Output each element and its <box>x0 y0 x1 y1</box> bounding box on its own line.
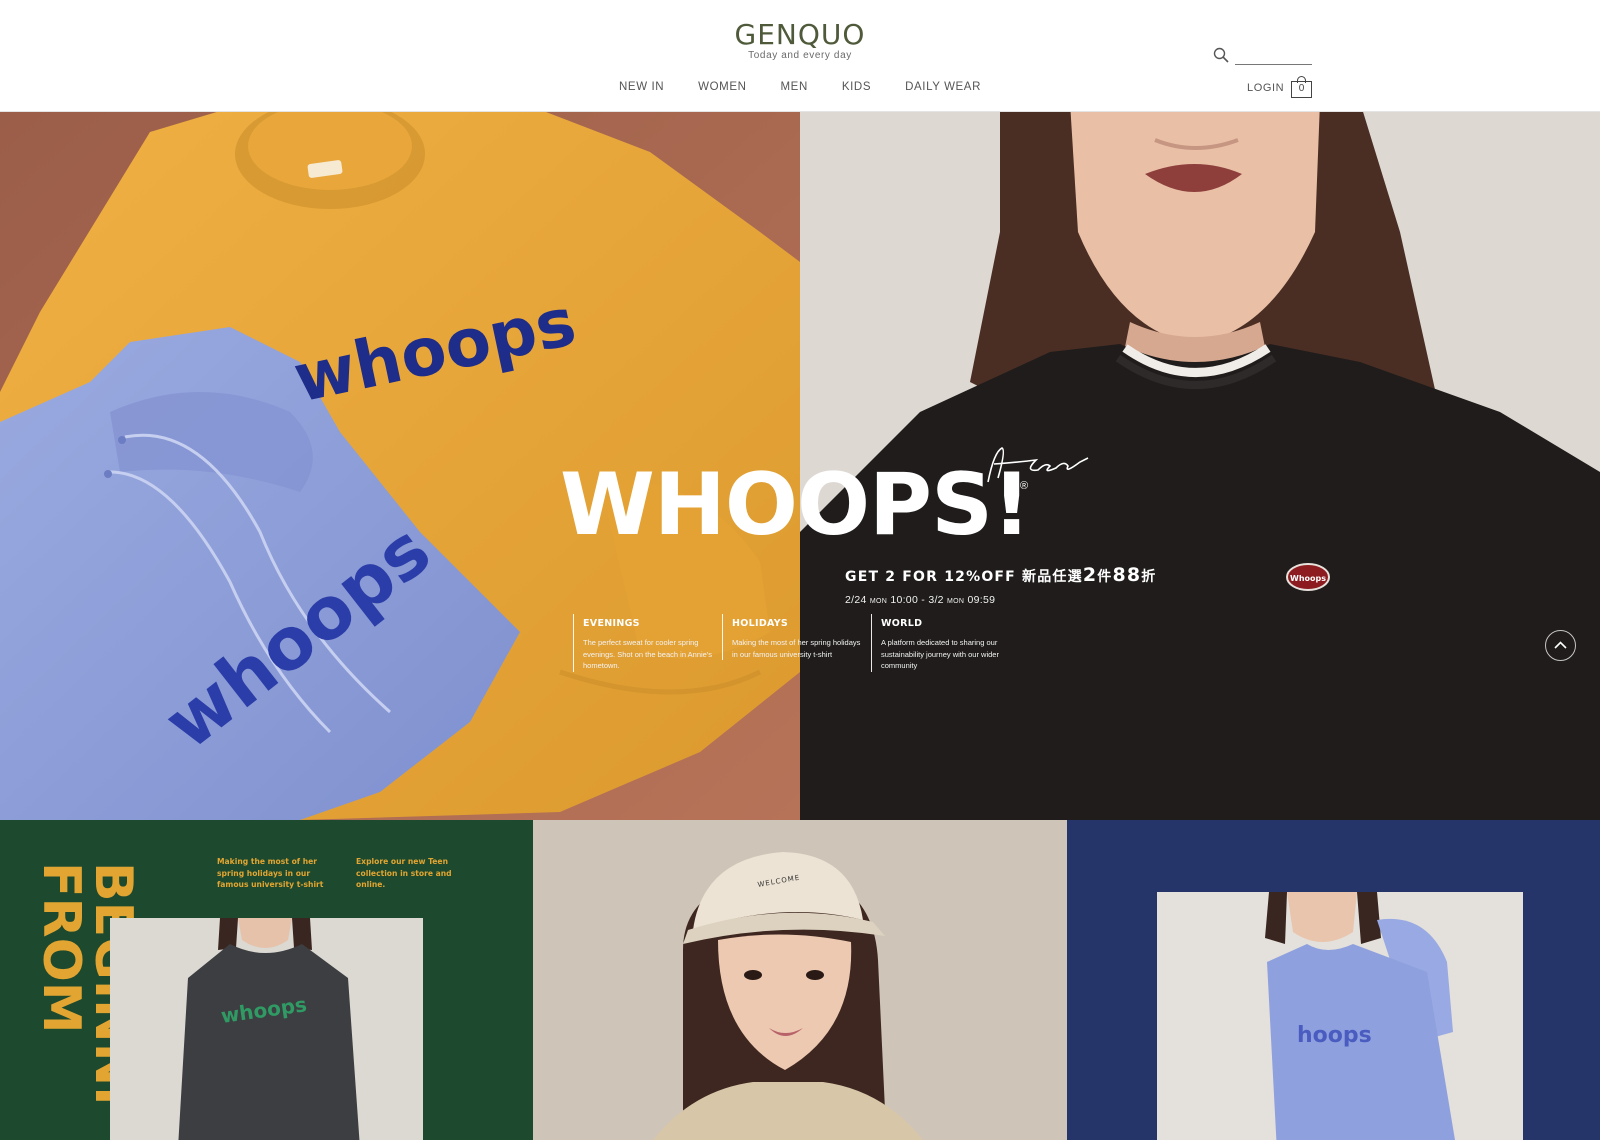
promo-offer-unit: 件 <box>1097 569 1113 585</box>
panel-text-right: Explore our new Teen collection in store… <box>356 857 452 889</box>
cart-button[interactable]: 0 <box>1291 76 1312 98</box>
promo-offer-discount: 88 <box>1112 564 1142 586</box>
model-blue-hoodie: hoops <box>1157 892 1523 1140</box>
search-box <box>1213 47 1313 65</box>
chevron-up-icon <box>1554 641 1567 649</box>
panel-photo-sweatshirt: whoops <box>110 918 423 1140</box>
promo-panel-from-beginning[interactable]: FROM BEGINNI Making the most of her spri… <box>0 820 533 1140</box>
promo-offer-qty: 2 <box>1082 564 1098 586</box>
promo-offer-text: GET 2 FOR 12%OFF 新品任選 <box>845 569 1083 585</box>
feature-title: EVENINGS <box>583 618 640 629</box>
feature-title: HOLIDAYS <box>732 618 789 629</box>
back-to-top-button[interactable] <box>1545 630 1576 661</box>
model-cap-illustration: WELCOME <box>533 820 1067 1140</box>
nav-item-kids[interactable]: KIDS <box>842 81 871 93</box>
promo-offer: GET 2 FOR 12%OFF 新品任選2件88折 <box>845 564 1157 586</box>
nav-item-daily-wear[interactable]: DAILY WEAR <box>905 81 981 93</box>
date-range: 10:00 - 3/2 <box>890 594 944 606</box>
brand-tagline: Today and every day <box>748 50 852 61</box>
hero-title: WHOOPS! <box>560 455 1031 555</box>
feature-text: Making the most of her spring holidays i… <box>732 638 861 659</box>
date-end-time: 09:59 <box>967 594 996 606</box>
cart-count: 0 <box>1298 83 1305 94</box>
promo-offer-suffix: 折 <box>1141 569 1157 585</box>
main-nav: NEW IN WOMEN MEN KIDS DAILY WEAR <box>0 81 1600 93</box>
feature-holidays[interactable]: HOLIDAYS Making the most of her spring h… <box>722 614 862 660</box>
login-link[interactable]: LOGIN <box>1247 82 1284 94</box>
promo-panel-hoodie[interactable]: hoops <box>1067 820 1600 1140</box>
feature-evenings[interactable]: EVENINGS The perfect sweat for cooler sp… <box>573 614 713 672</box>
nav-item-new-in[interactable]: NEW IN <box>619 81 664 93</box>
hero-banner[interactable]: whoops whoops Whoops WHOOPS! ® GET 2 FOR… <box>0 112 1600 820</box>
panel-photo-hoodie: hoops <box>1157 892 1523 1140</box>
blue-hoodie-print: hoops <box>1297 1023 1372 1048</box>
date-end-day: MON <box>947 598 965 605</box>
feature-world[interactable]: WORLD A platform dedicated to sharing ou… <box>871 614 1011 672</box>
search-icon[interactable] <box>1213 47 1229 63</box>
nav-item-men[interactable]: MEN <box>781 81 808 93</box>
model-grey-sweatshirt: whoops <box>110 918 423 1140</box>
site-header: GENQUO Today and every day NEW IN WOMEN … <box>0 0 1600 112</box>
feature-text: A platform dedicated to sharing our sust… <box>881 638 999 670</box>
promo-dates: 2/24 MON 10:00 - 3/2 MON 09:59 <box>845 594 995 606</box>
nav-item-women[interactable]: WOMEN <box>698 81 746 93</box>
promo-panel-cap-model[interactable]: WELCOME <box>533 820 1067 1140</box>
feature-text: The perfect sweat for cooler spring even… <box>583 638 713 670</box>
brand-name[interactable]: GENQUO <box>0 18 1600 52</box>
feature-title: WORLD <box>881 618 923 629</box>
date-start-day: MON <box>869 598 888 605</box>
vertical-title-line1: FROM <box>31 862 91 1034</box>
hero-overlay: WHOOPS! ® GET 2 FOR 12%OFF 新品任選2件88折 2/2… <box>0 112 1600 820</box>
brand-logo[interactable]: GENQUO Today and every day <box>0 18 1600 61</box>
search-input[interactable] <box>1235 47 1312 65</box>
date-start: 2/24 <box>845 594 867 606</box>
panel-text-left: Making the most of her spring holidays i… <box>217 857 324 889</box>
script-signature <box>987 447 1089 483</box>
